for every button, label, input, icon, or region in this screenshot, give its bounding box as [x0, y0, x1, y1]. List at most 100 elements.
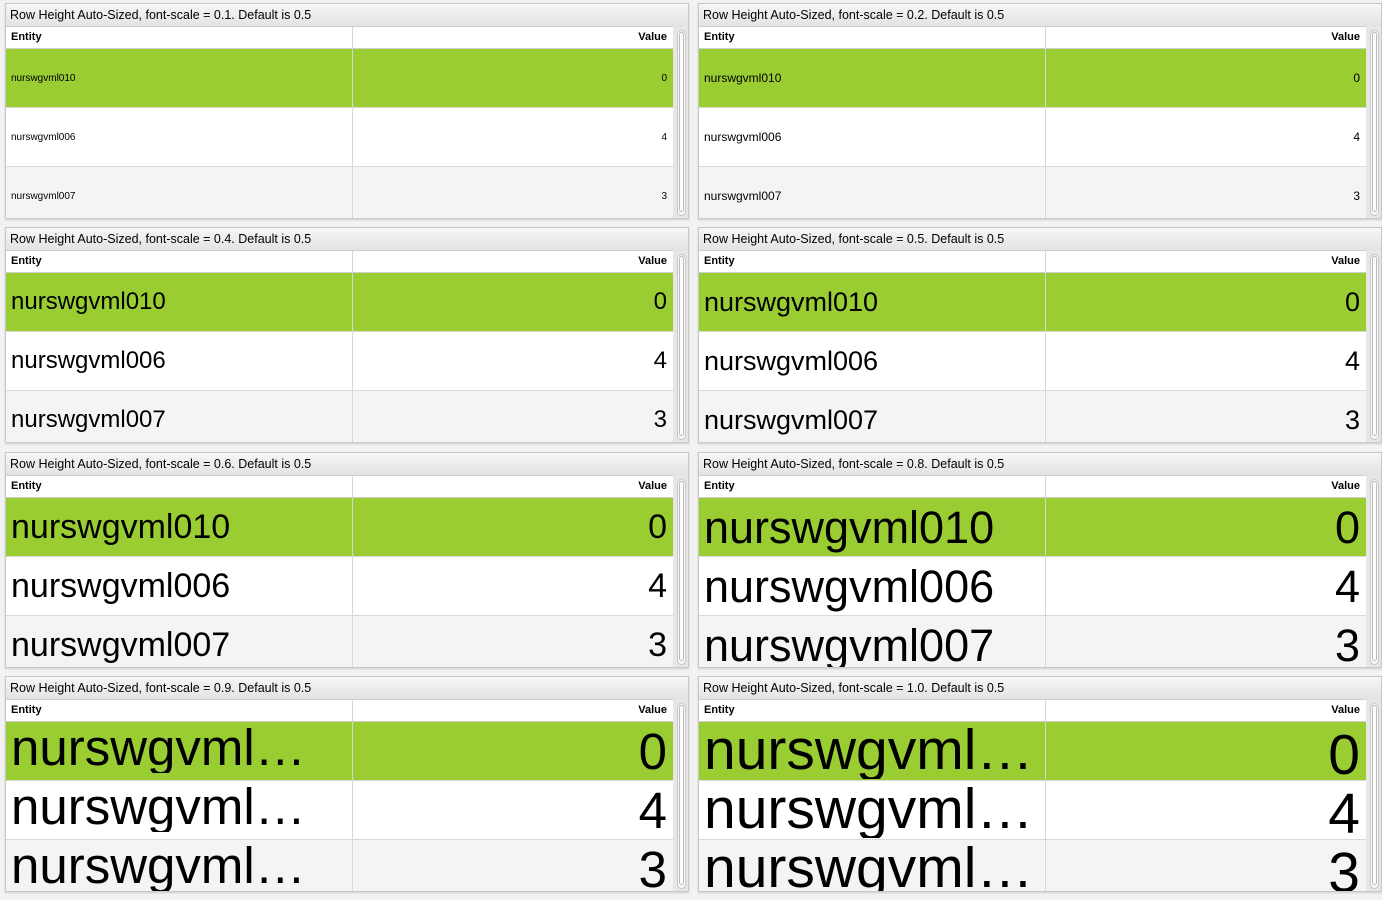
entity-cell: nurswgvml007: [699, 840, 1046, 891]
table-row[interactable]: nurswgvml010 0: [699, 49, 1366, 108]
entity-cell: nurswgvml010: [6, 498, 353, 556]
table-header: Entity Value: [699, 251, 1366, 273]
value-cell: 4: [648, 566, 667, 605]
table-widget-scale-0-2: Row Height Auto-Sized, font-scale = 0.2.…: [698, 3, 1382, 219]
table-row[interactable]: nurswgvml010 0: [6, 722, 673, 781]
widget-title: Row Height Auto-Sized, font-scale = 0.9.…: [6, 677, 688, 699]
column-header-entity[interactable]: Entity: [6, 251, 353, 272]
value-cell: 3: [1334, 620, 1360, 668]
value-cell: 3: [648, 625, 667, 664]
table-row[interactable]: nurswgvml006 4: [699, 781, 1366, 840]
column-header-entity[interactable]: Entity: [6, 700, 353, 721]
table-row[interactable]: nurswgvml006 4: [699, 332, 1366, 391]
column-header-value[interactable]: Value: [1046, 476, 1366, 497]
column-header-value[interactable]: Value: [353, 700, 673, 721]
table-row[interactable]: nurswgvml010 0: [6, 49, 673, 108]
column-header-value[interactable]: Value: [1046, 251, 1366, 272]
value-cell: 0: [653, 288, 667, 315]
column-header-value[interactable]: Value: [1046, 27, 1366, 48]
table-widget-scale-0-6: Row Height Auto-Sized, font-scale = 0.6.…: [5, 452, 689, 668]
table-row[interactable]: nurswgvml006 4: [699, 557, 1366, 616]
data-table: Entity Value nurswgvml010 0 nurswgvml006…: [6, 26, 673, 218]
value-cell: 3: [1353, 189, 1360, 203]
widget-title: Row Height Auto-Sized, font-scale = 0.5.…: [699, 228, 1381, 250]
table-row[interactable]: nurswgvml006 4: [6, 557, 673, 616]
vertical-scrollbar[interactable]: [677, 30, 686, 216]
table-row[interactable]: nurswgvml007 3: [6, 167, 673, 218]
value-cell: 4: [1353, 130, 1360, 144]
scrollbar-thumb[interactable]: [679, 256, 684, 436]
entity-cell: nurswgvml010: [6, 273, 353, 331]
scrollbar-thumb[interactable]: [679, 32, 684, 212]
value-cell: 3: [1328, 841, 1360, 892]
table-row[interactable]: nurswgvml006 4: [6, 108, 673, 167]
entity-cell: nurswgvml007: [6, 840, 353, 891]
entity-cell: nurswgvml006: [699, 332, 1046, 390]
entity-cell: nurswgvml007: [699, 616, 1046, 667]
vertical-scrollbar[interactable]: [677, 254, 686, 440]
entity-cell: nurswgvml010: [6, 722, 353, 780]
entity-cell: nurswgvml007: [6, 616, 353, 667]
scrollbar-thumb[interactable]: [1372, 32, 1377, 212]
value-cell: 0: [661, 72, 667, 84]
vertical-scrollbar[interactable]: [1370, 30, 1379, 216]
column-header-value[interactable]: Value: [353, 27, 673, 48]
table-row[interactable]: nurswgvml010 0: [6, 273, 673, 332]
value-cell: 3: [1344, 404, 1360, 435]
widget-title: Row Height Auto-Sized, font-scale = 1.0.…: [699, 677, 1381, 699]
table-row[interactable]: nurswgvml006 4: [6, 781, 673, 840]
entity-cell: nurswgvml006: [6, 332, 353, 390]
entity-cell: nurswgvml010: [699, 273, 1046, 331]
table-row[interactable]: nurswgvml007 3: [6, 840, 673, 892]
table-row[interactable]: nurswgvml007 3: [6, 391, 673, 442]
column-header-entity[interactable]: Entity: [6, 27, 353, 48]
column-header-entity[interactable]: Entity: [699, 251, 1046, 272]
column-header-entity[interactable]: Entity: [6, 476, 353, 497]
entity-cell: nurswgvml007: [699, 167, 1046, 218]
scrollbar-thumb[interactable]: [679, 705, 684, 885]
entity-cell: nurswgvml010: [699, 722, 1046, 780]
table-row[interactable]: nurswgvml006 4: [699, 108, 1366, 167]
entity-cell: nurswgvml006: [699, 108, 1046, 166]
column-header-value[interactable]: Value: [353, 251, 673, 272]
entity-cell: nurswgvml006: [6, 781, 353, 839]
vertical-scrollbar[interactable]: [1370, 479, 1379, 665]
table-row[interactable]: nurswgvml007 3: [699, 391, 1366, 442]
vertical-scrollbar[interactable]: [677, 479, 686, 665]
value-cell: 4: [661, 131, 667, 143]
widget-title: Row Height Auto-Sized, font-scale = 0.6.…: [6, 453, 688, 475]
value-cell: 3: [653, 406, 667, 433]
table-row[interactable]: nurswgvml010 0: [699, 273, 1366, 332]
scrollbar-thumb[interactable]: [1372, 705, 1377, 885]
value-cell: 0: [1328, 723, 1360, 780]
vertical-scrollbar[interactable]: [1370, 703, 1379, 889]
value-cell: 0: [638, 723, 667, 780]
entity-cell: nurswgvml006: [699, 557, 1046, 615]
table-row[interactable]: nurswgvml007 3: [699, 167, 1366, 218]
value-cell: 3: [638, 841, 667, 892]
value-cell: 4: [1344, 345, 1360, 376]
scrollbar-thumb[interactable]: [1372, 481, 1377, 661]
table-row[interactable]: nurswgvml010 0: [699, 722, 1366, 781]
table-row[interactable]: nurswgvml007 3: [699, 616, 1366, 668]
value-cell: 4: [653, 347, 667, 374]
data-table: Entity Value nurswgvml010 0 nurswgvml006…: [6, 250, 673, 442]
scrollbar-thumb[interactable]: [679, 481, 684, 661]
table-row[interactable]: nurswgvml007 3: [6, 616, 673, 667]
scrollbar-thumb[interactable]: [1372, 256, 1377, 436]
widget-grid: Row Height Auto-Sized, font-scale = 0.1.…: [0, 0, 1382, 900]
widget-title: Row Height Auto-Sized, font-scale = 0.8.…: [699, 453, 1381, 475]
vertical-scrollbar[interactable]: [1370, 254, 1379, 440]
data-table: Entity Value nurswgvml010 0 nurswgvml006…: [6, 699, 673, 892]
data-table: Entity Value nurswgvml010 0 nurswgvml006…: [699, 475, 1366, 668]
column-header-value[interactable]: Value: [353, 476, 673, 497]
table-row[interactable]: nurswgvml006 4: [6, 332, 673, 391]
table-row[interactable]: nurswgvml010 0: [699, 498, 1366, 557]
table-row[interactable]: nurswgvml007 3: [699, 840, 1366, 892]
vertical-scrollbar[interactable]: [677, 703, 686, 889]
column-header-entity[interactable]: Entity: [699, 700, 1046, 721]
column-header-entity[interactable]: Entity: [699, 27, 1046, 48]
column-header-entity[interactable]: Entity: [699, 476, 1046, 497]
column-header-value[interactable]: Value: [1046, 700, 1366, 721]
table-row[interactable]: nurswgvml010 0: [6, 498, 673, 557]
